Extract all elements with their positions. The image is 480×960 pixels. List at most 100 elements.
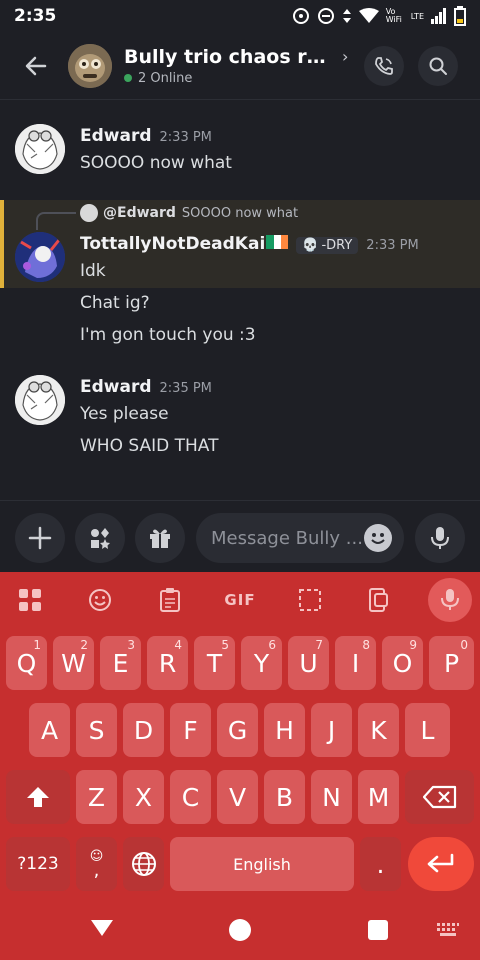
key-t[interactable]: T5 [194,636,235,690]
backspace-key[interactable] [405,770,474,824]
message-input[interactable]: Message Bully ... [196,513,404,563]
key-p[interactable]: P0 [429,636,474,690]
key-v[interactable]: V [217,770,258,824]
key-c[interactable]: C [170,770,211,824]
triangle-down-icon [91,920,113,936]
backspace-icon [422,785,456,809]
space-key[interactable]: English [170,837,354,891]
reply-text: SOOOO now what [181,205,299,221]
key-r[interactable]: R4 [147,636,188,690]
keyboard-mic-button[interactable] [428,578,472,622]
key-x[interactable]: X [123,770,164,824]
voice-message-button[interactable] [415,513,465,563]
key-b[interactable]: B [264,770,305,824]
search-icon [429,57,447,75]
channel-header: Bully trio chaos ro... › 2 Online [0,32,480,100]
role-tag: 💀 -DRY [296,237,359,254]
apps-button[interactable] [75,513,125,563]
avatar[interactable] [15,232,65,282]
comma-emoji-key[interactable]: ☺ , [76,837,117,891]
voice-call-button[interactable] [364,46,404,86]
apps-grid-icon[interactable] [10,582,50,618]
key-d[interactable]: D [123,703,164,757]
search-button[interactable] [418,46,458,86]
keyboard-toolbar: GIF [0,572,480,628]
battery-icon [454,6,466,26]
key-n[interactable]: N [311,770,352,824]
key-a[interactable]: A [29,703,70,757]
key-g[interactable]: G [217,703,258,757]
key-e[interactable]: E3 [100,636,141,690]
reply-preview[interactable]: @Edward SOOOO now what [80,204,298,222]
channel-title[interactable]: Bully trio chaos ro... [124,46,334,68]
author-name[interactable]: Edward [80,377,152,397]
gift-icon [150,529,170,548]
key-m[interactable]: M [358,770,399,824]
reply-author: @Edward [103,205,176,221]
message-text: I'm gon touch you :3 [80,325,256,345]
message-text: Yes please [80,404,169,424]
clipboard-icon[interactable] [150,582,190,618]
symbols-key[interactable]: ?123 [6,837,70,891]
ireland-flag-icon [266,235,289,249]
key-h[interactable]: H [264,703,305,757]
enter-key[interactable] [408,837,474,891]
period-key[interactable]: . [360,837,401,891]
keyboard-switch-icon[interactable] [436,922,460,938]
online-dot [124,74,132,82]
message-text: Chat ig? [80,293,150,313]
clock: 2:35 [14,6,57,26]
message-list[interactable]: Edward 2:33 PM SOOOO now what @Edward SO… [0,100,480,500]
language-key[interactable] [123,837,164,891]
key-q[interactable]: Q1 [6,636,47,690]
avatar[interactable] [15,375,65,425]
key-w[interactable]: W2 [53,636,94,690]
key-z[interactable]: Z [76,770,117,824]
message-text: Idk [80,261,106,281]
author-name[interactable]: TottallyNotDeadKai [80,234,265,254]
key-f[interactable]: F [170,703,211,757]
recents-nav-button[interactable] [368,920,388,940]
vowifi-label: Vo WiFi [385,7,402,24]
screenshot-select-icon[interactable] [290,582,330,618]
lte-label: LTE [410,11,424,21]
message-placeholder: Message Bully ... [211,527,363,549]
avatar[interactable] [15,124,65,174]
key-j[interactable]: J [311,703,352,757]
key-i[interactable]: I8 [335,636,376,690]
timestamp: 2:35 PM [159,381,212,396]
author-name[interactable]: Edward [80,126,152,146]
plus-icon [28,526,52,550]
emoji-button[interactable] [364,524,392,552]
add-attachment-button[interactable] [15,513,65,563]
gif-button[interactable]: GIF [220,582,260,618]
smile-icon [371,533,385,544]
enter-icon [427,853,454,873]
microphone-icon [441,589,459,610]
key-y[interactable]: Y6 [241,636,282,690]
reply-connector [36,212,76,230]
back-button[interactable] [14,44,58,88]
dnd-icon [317,7,335,25]
key-k[interactable]: K [358,703,399,757]
alarm-icon [292,7,310,25]
home-nav-button[interactable] [229,919,251,941]
message-text: SOOOO now what [80,153,232,173]
status-bar: 2:35 Vo WiFi LTE [0,0,480,32]
phone-icon [375,57,393,75]
translate-icon[interactable] [358,582,398,618]
server-avatar[interactable] [68,43,112,88]
key-u[interactable]: U7 [288,636,329,690]
key-o[interactable]: O9 [382,636,423,690]
back-nav-button[interactable] [88,916,116,940]
microphone-icon [431,527,449,549]
gift-button[interactable] [135,513,185,563]
emoji-icon[interactable] [80,582,120,618]
chevron-right-icon[interactable]: › [342,47,348,66]
signal-icon [431,8,447,24]
shift-key[interactable] [6,770,70,824]
key-l[interactable]: L [405,703,450,757]
key-s[interactable]: S [76,703,117,757]
apps-icon [91,528,110,549]
wifi-icon [358,8,379,24]
